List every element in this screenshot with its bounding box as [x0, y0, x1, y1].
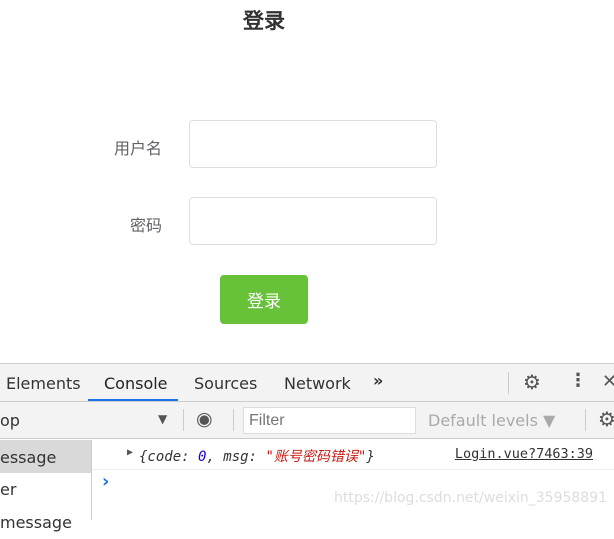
- console-settings-gear-icon[interactable]: ⚙: [598, 407, 614, 431]
- watermark: https://blog.csdn.net/weixin_35958891: [334, 490, 608, 506]
- tab-elements[interactable]: Elements: [6, 374, 81, 393]
- console-toolbar: op ▼ ◉ Default levels ▼ ⚙: [0, 402, 614, 439]
- tab-sources[interactable]: Sources: [194, 374, 257, 393]
- expand-triangle-icon[interactable]: ▶: [127, 447, 133, 458]
- username-input[interactable]: [189, 120, 437, 168]
- kebab-menu-icon[interactable]: ⋮: [569, 370, 587, 391]
- default-levels-dropdown[interactable]: Default levels ▼: [428, 411, 555, 430]
- close-icon[interactable]: ✕: [602, 371, 614, 392]
- tab-console[interactable]: Console: [104, 374, 168, 393]
- gear-icon[interactable]: ⚙: [523, 370, 541, 394]
- sidebar-item-messages[interactable]: essage: [0, 440, 91, 473]
- log-object: {code: 0, msg: "账号密码错误"}: [139, 449, 375, 465]
- log-source-link[interactable]: Login.vue?7463:39: [455, 446, 593, 462]
- dropdown-arrow-icon[interactable]: ▼: [158, 412, 167, 426]
- password-input[interactable]: [189, 197, 437, 245]
- username-label: 用户名: [113, 139, 162, 158]
- devtools-panel: Elements Console Sources Network » ⚙ ⋮ ✕…: [0, 363, 614, 532]
- sidebar-item-user-messages[interactable]: er message: [0, 473, 91, 532]
- devtools-tabs: Elements Console Sources Network » ⚙ ⋮ ✕: [0, 364, 614, 402]
- context-selector[interactable]: op: [0, 411, 20, 430]
- console-log-entry[interactable]: ▶ {code: 0, msg: "账号密码错误"} Login.vue?746…: [92, 441, 614, 470]
- more-tabs-icon[interactable]: »: [373, 371, 383, 390]
- filter-input[interactable]: [243, 407, 416, 434]
- tab-network[interactable]: Network: [284, 374, 351, 393]
- console-sidebar: essage er message: [0, 440, 92, 532]
- login-button[interactable]: 登录: [220, 275, 308, 324]
- eye-icon[interactable]: ◉: [196, 408, 213, 430]
- console-prompt-icon[interactable]: ›: [102, 471, 109, 492]
- page-title: 登录: [243, 9, 285, 33]
- password-label: 密码: [129, 216, 162, 235]
